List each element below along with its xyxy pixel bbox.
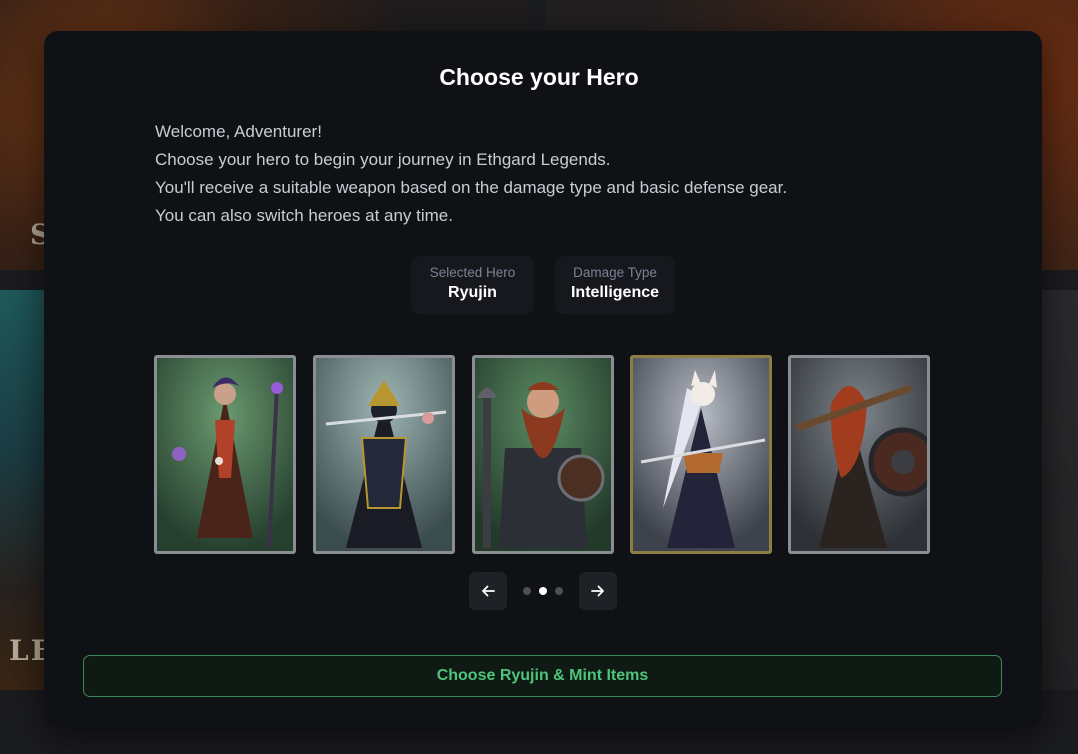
hero-card-sorcerer[interactable]	[154, 355, 296, 554]
intro-line: You'll receive a suitable weapon based o…	[155, 178, 788, 197]
arrow-right-icon	[591, 585, 604, 597]
intro-line: You can also switch heroes at any time.	[155, 206, 453, 225]
selected-hero-label: Selected Hero	[429, 265, 516, 280]
damage-type-label: Damage Type	[573, 265, 657, 280]
hero-card-fox-swordswoman[interactable]	[630, 355, 772, 554]
carousel-dot-2[interactable]	[539, 587, 547, 595]
selected-hero-value: Ryujin	[448, 284, 497, 301]
carousel-dot-3[interactable]	[555, 587, 563, 595]
carousel-dot-1[interactable]	[523, 587, 531, 595]
modal-title: Choose your Hero	[439, 64, 639, 90]
sorcerer-portrait-icon	[157, 358, 293, 551]
hero-card-dwarf[interactable]	[472, 355, 614, 554]
selected-hero-card: Selected Hero Ryujin	[411, 256, 534, 314]
shield-maiden-portrait-icon	[791, 358, 927, 551]
dwarf-warrior-portrait-icon	[475, 358, 611, 551]
intro-line: Welcome, Adventurer!	[155, 122, 322, 141]
choose-hero-mint-button[interactable]: Choose Ryujin & Mint Items	[83, 655, 1002, 697]
intro-line: Choose your hero to begin your journey i…	[155, 150, 611, 169]
hero-card-samurai[interactable]	[313, 355, 455, 554]
samurai-portrait-icon	[316, 358, 452, 551]
damage-type-value: Intelligence	[570, 284, 660, 301]
damage-type-card: Damage Type Intelligence	[555, 256, 675, 314]
arrow-left-icon	[482, 585, 495, 597]
next-page-button[interactable]	[579, 572, 617, 610]
intro-text: Welcome, Adventurer! Choose your hero to…	[155, 120, 787, 232]
fox-masked-swordswoman-portrait-icon	[633, 358, 769, 551]
previous-page-button[interactable]	[469, 572, 507, 610]
hero-card-shield-maiden[interactable]	[788, 355, 930, 554]
